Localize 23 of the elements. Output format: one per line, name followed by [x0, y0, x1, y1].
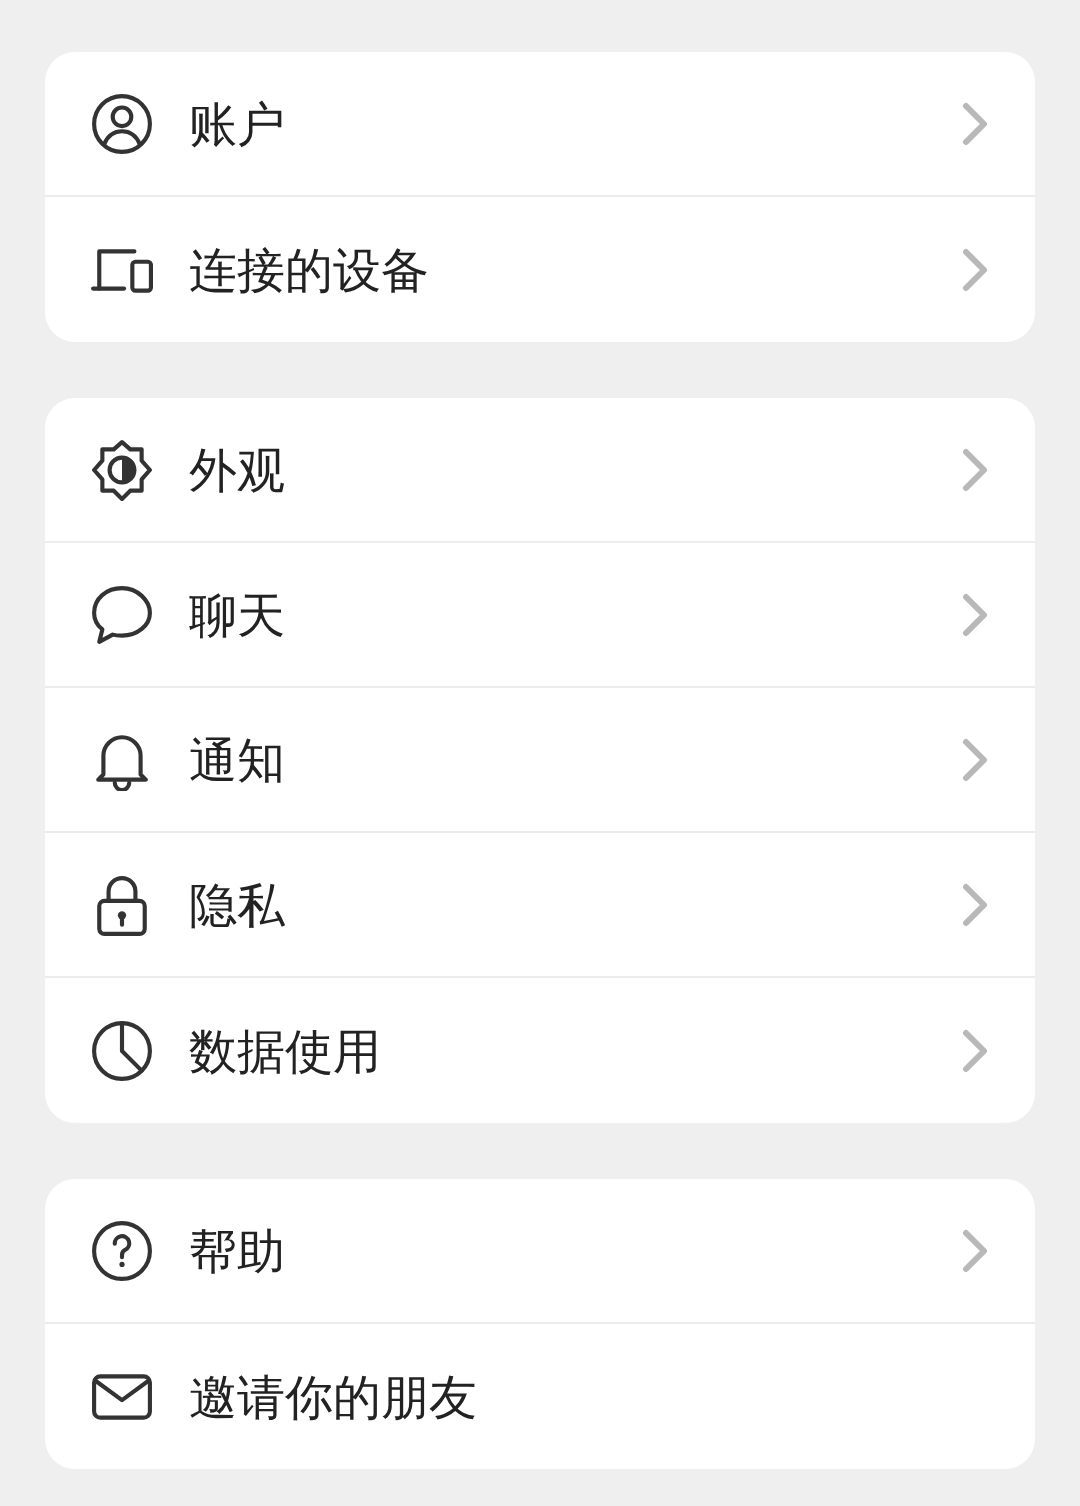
- row-label: 通知: [189, 730, 286, 790]
- row-label: 数据使用: [189, 1021, 382, 1081]
- settings-row[interactable]: 隐私: [45, 833, 1035, 978]
- settings-row[interactable]: 账户: [45, 52, 1035, 197]
- row-label: 连接的设备: [189, 240, 430, 300]
- settings-row[interactable]: 通知: [45, 688, 1035, 833]
- row-label: 隐私: [189, 875, 286, 935]
- chat-bubble-icon: [91, 583, 153, 646]
- user-circle-icon: [91, 92, 153, 155]
- row-label: 邀请你的朋友: [189, 1367, 478, 1427]
- row-label: 外观: [189, 440, 286, 500]
- pie-chart-icon: [91, 1019, 153, 1082]
- settings-row[interactable]: 外观: [45, 398, 1035, 543]
- settings-row[interactable]: 帮助: [45, 1179, 1035, 1324]
- settings-row[interactable]: 聊天: [45, 543, 1035, 688]
- settings-row[interactable]: 连接的设备: [45, 197, 1035, 342]
- brightness-icon: [91, 438, 153, 501]
- settings-row[interactable]: 邀请你的朋友: [45, 1324, 1035, 1469]
- help-icon: [91, 1219, 153, 1282]
- row-label: 账户: [189, 94, 286, 154]
- settings-row[interactable]: 数据使用: [45, 978, 1035, 1123]
- row-label: 帮助: [189, 1221, 286, 1281]
- row-label: 聊天: [189, 585, 286, 645]
